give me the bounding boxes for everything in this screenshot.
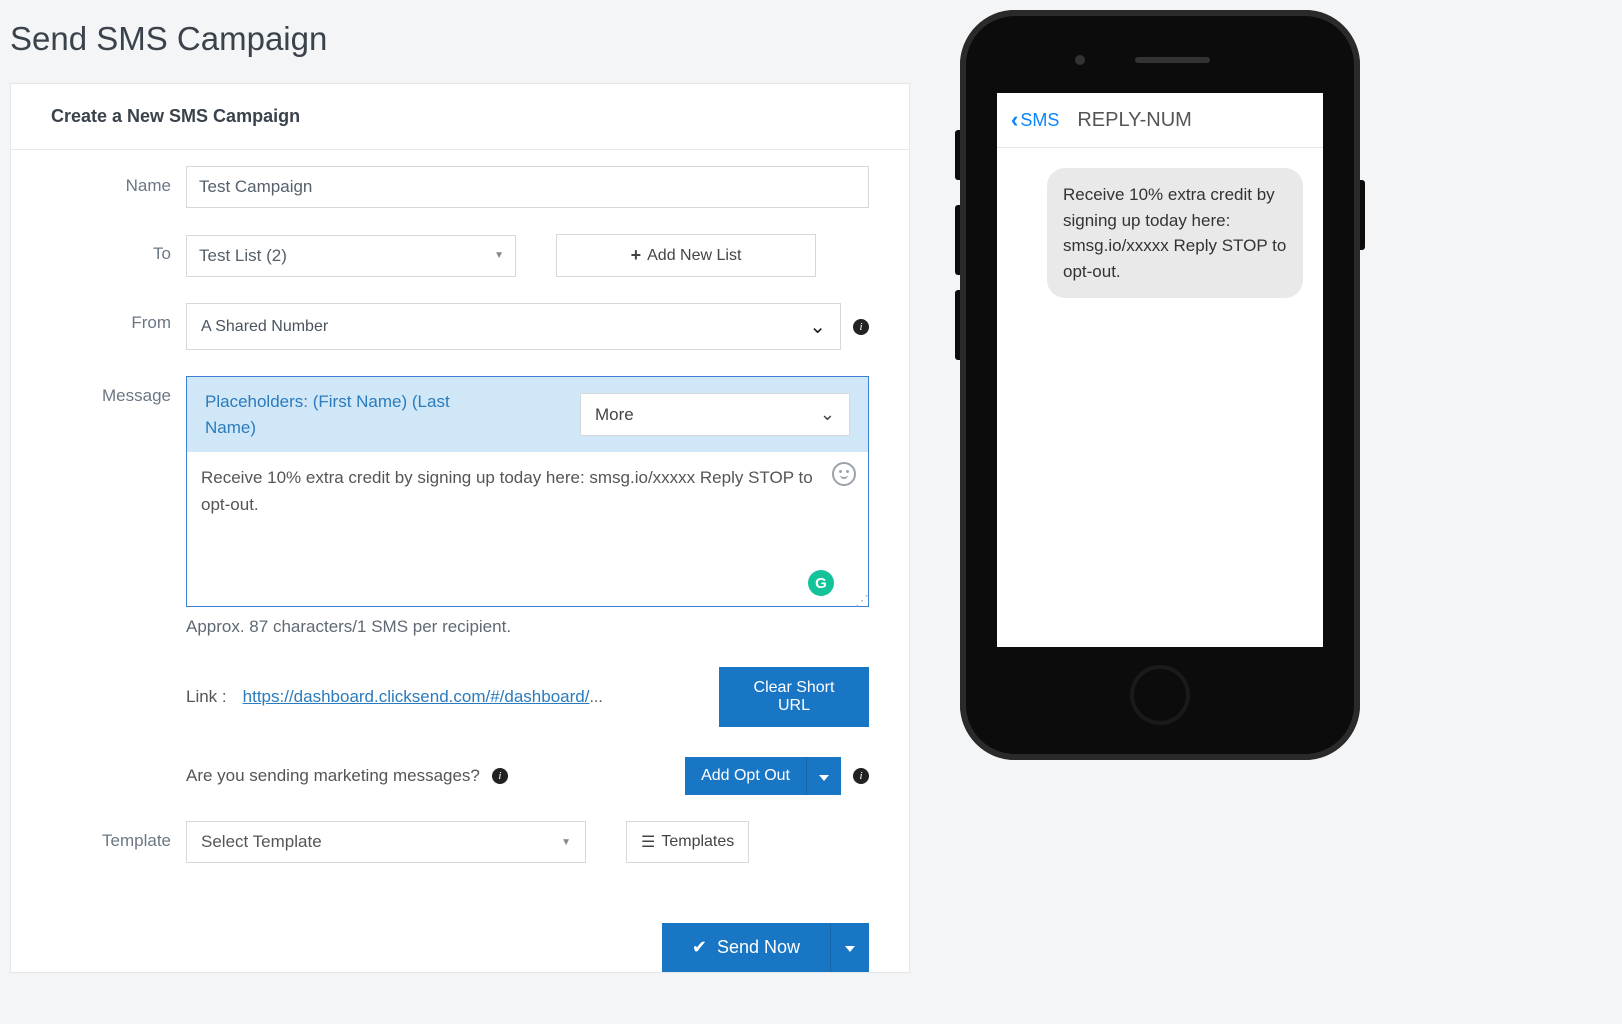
message-label: Message bbox=[51, 376, 186, 406]
from-selected-value: A Shared Number bbox=[201, 318, 328, 336]
template-label: Template bbox=[51, 821, 186, 851]
short-url-link[interactable]: https://dashboard.clicksend.com/#/dashbo… bbox=[243, 687, 590, 706]
info-icon[interactable]: i bbox=[492, 768, 508, 784]
phone-home-button bbox=[1130, 665, 1190, 725]
message-textarea[interactable] bbox=[201, 464, 854, 589]
caret-down-icon bbox=[819, 775, 829, 781]
page-title: Send SMS Campaign bbox=[10, 20, 910, 58]
caret-down-icon bbox=[845, 946, 855, 952]
preview-back-button[interactable]: ‹ SMS bbox=[1011, 107, 1059, 133]
clear-short-url-button[interactable]: Clear Short URL bbox=[719, 667, 869, 727]
chevron-down-icon: ⌄ bbox=[820, 404, 835, 425]
template-selected-value: Select Template bbox=[201, 832, 322, 852]
emoji-icon[interactable] bbox=[832, 462, 856, 486]
preview-back-label: SMS bbox=[1020, 110, 1059, 131]
to-label: To bbox=[51, 234, 186, 264]
marketing-question: Are you sending marketing messages? bbox=[186, 766, 480, 786]
list-icon: ☰ bbox=[641, 832, 655, 852]
phone-preview: ‹ SMS REPLY-NUM Receive 10% extra credit… bbox=[960, 10, 1360, 760]
add-new-list-label: Add New List bbox=[647, 247, 741, 265]
chevron-down-icon: ⌄ bbox=[809, 314, 826, 339]
add-opt-out-dropdown[interactable] bbox=[806, 757, 841, 795]
placeholders-text: Placeholders: (First Name) (Last Name) bbox=[205, 389, 485, 440]
send-now-label: Send Now bbox=[717, 937, 800, 958]
info-icon[interactable]: i bbox=[853, 768, 869, 784]
name-label: Name bbox=[51, 166, 186, 196]
name-input[interactable] bbox=[186, 166, 869, 208]
resize-handle[interactable]: ⋰ bbox=[855, 596, 866, 604]
plus-icon: + bbox=[631, 245, 642, 266]
send-now-button[interactable]: ✔ Send Now bbox=[662, 923, 830, 972]
caret-down-icon: ▼ bbox=[561, 837, 571, 848]
add-new-list-button[interactable]: + Add New List bbox=[556, 234, 816, 277]
card-header: Create a New SMS Campaign bbox=[11, 84, 909, 150]
campaign-card: Create a New SMS Campaign Name To Test L… bbox=[10, 83, 910, 973]
from-select[interactable]: A Shared Number ⌄ bbox=[186, 303, 841, 350]
more-label: More bbox=[595, 405, 634, 425]
template-select[interactable]: Select Template ▼ bbox=[186, 821, 586, 863]
grammarly-icon[interactable]: G bbox=[808, 570, 834, 596]
link-trail: ... bbox=[589, 689, 602, 706]
add-opt-out-button[interactable]: Add Opt Out bbox=[685, 757, 806, 795]
from-label: From bbox=[51, 303, 186, 333]
templates-label: Templates bbox=[661, 833, 734, 851]
placeholders-bar: Placeholders: (First Name) (Last Name) M… bbox=[187, 377, 868, 452]
check-icon: ✔ bbox=[692, 937, 707, 958]
message-editor: Placeholders: (First Name) (Last Name) M… bbox=[186, 376, 869, 607]
preview-message-bubble: Receive 10% extra credit by signing up t… bbox=[1047, 168, 1303, 298]
placeholders-more-select[interactable]: More ⌄ bbox=[580, 393, 850, 436]
info-icon[interactable]: i bbox=[853, 319, 869, 335]
phone-screen: ‹ SMS REPLY-NUM Receive 10% extra credit… bbox=[997, 93, 1323, 647]
link-label: Link : bbox=[186, 687, 227, 707]
templates-button[interactable]: ☰ Templates bbox=[626, 821, 749, 863]
preview-title: REPLY-NUM bbox=[1077, 109, 1191, 132]
approx-text: Approx. 87 characters/1 SMS per recipien… bbox=[186, 617, 869, 637]
chevron-left-icon: ‹ bbox=[1011, 107, 1018, 133]
phone-camera bbox=[1075, 55, 1085, 65]
to-select[interactable]: Test List (2) bbox=[186, 235, 516, 277]
phone-speaker bbox=[1135, 57, 1210, 63]
send-now-dropdown[interactable] bbox=[830, 923, 869, 972]
